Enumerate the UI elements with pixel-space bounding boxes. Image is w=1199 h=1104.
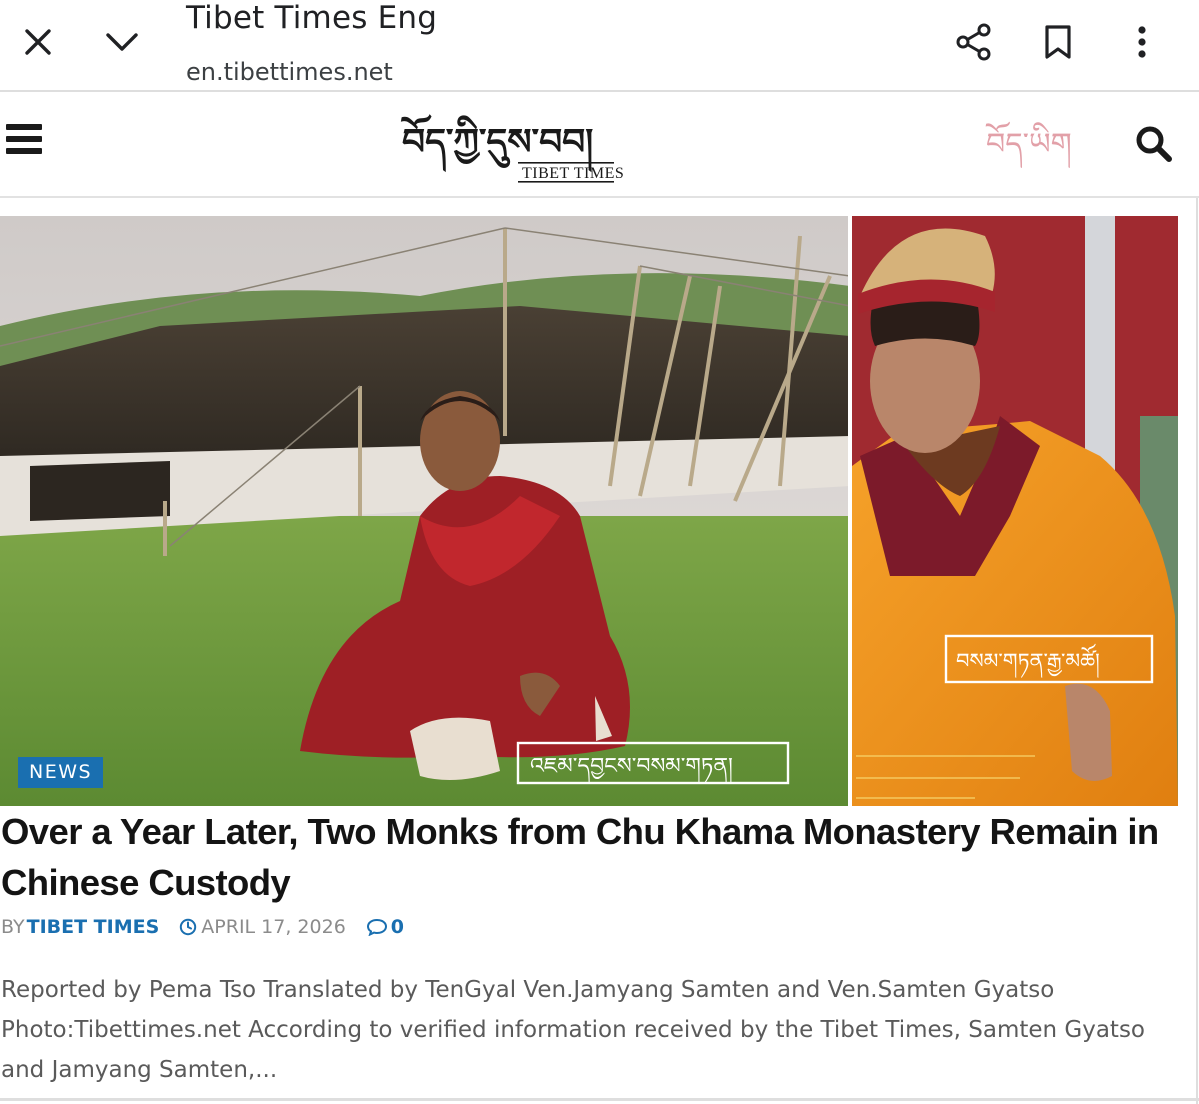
clock-icon [180, 918, 197, 936]
by-label: BY [1, 916, 25, 938]
share-icon [956, 23, 991, 61]
site-header: བོད་ཀྱི་དུས་བབ། TIBET TIMES བོད་ཡིག [0, 94, 1199, 198]
card-border [1196, 198, 1198, 1104]
language-switch[interactable]: བོད་ཡིག [982, 110, 1104, 174]
menu-icon[interactable] [6, 124, 42, 158]
tibet-times-logo: བོད་ཀྱི་དུས་བབ། TIBET TIMES [401, 114, 624, 183]
category-tag[interactable]: NEWS [18, 757, 104, 788]
language-label: བོད་ཡིག [985, 121, 1072, 169]
comment-count[interactable]: 0 [391, 916, 404, 938]
more-options-button[interactable] [1114, 14, 1170, 70]
bookmark-button[interactable] [1030, 14, 1086, 70]
close-icon [25, 29, 51, 55]
publish-date: APRIL 17, 2026 [201, 916, 346, 938]
search-icon [1136, 126, 1172, 162]
minimize-button[interactable] [94, 14, 150, 70]
chevron-down-icon [106, 33, 138, 51]
more-vert-icon [1138, 26, 1146, 58]
share-button[interactable] [946, 14, 1002, 70]
page-title: Tibet Times Eng [186, 0, 438, 36]
browser-toolbar: Tibet Times Eng en.tibettimes.net [0, 0, 1199, 92]
photo-caption-right: བསམ་གཏན་རྒྱ་མཚོ། [956, 643, 1100, 678]
bookmark-icon [1045, 25, 1071, 59]
site-logo[interactable]: བོད་ཀྱི་དུས་བབ། TIBET TIMES [398, 104, 630, 186]
card-divider [0, 1098, 1199, 1101]
comment-icon[interactable] [366, 918, 388, 936]
author-link[interactable]: TIBET TIMES [27, 916, 160, 938]
article-title[interactable]: Over a Year Later, Two Monks from Chu Kh… [1, 806, 1181, 908]
logo-english: TIBET TIMES [522, 165, 624, 182]
close-button[interactable] [10, 14, 66, 70]
article-meta: BY TIBET TIMES APRIL 17, 2026 0 [1, 914, 404, 940]
article-excerpt: Reported by Pema Tso Translated by TenGy… [1, 977, 1146, 1083]
search-button[interactable] [1128, 118, 1180, 170]
article-featured-image[interactable]: འཇམ་དབྱངས་བསམ་གཏན། བསམ་གཏན་རྒྱ་མཚོ། [0, 216, 1178, 806]
page-url[interactable]: en.tibettimes.net [186, 58, 393, 86]
